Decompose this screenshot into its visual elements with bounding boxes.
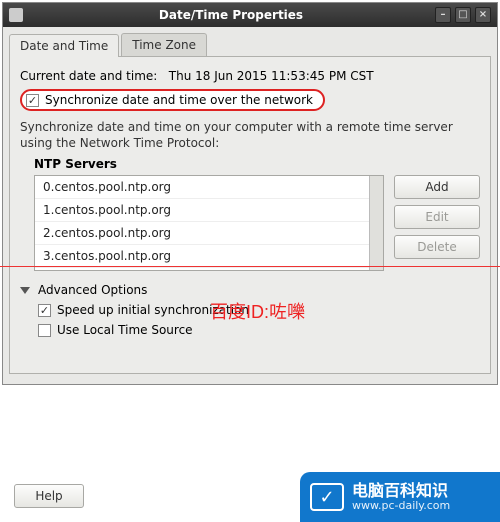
use-local-checkbox[interactable] xyxy=(38,324,51,337)
current-datetime-value: Thu 18 Jun 2015 11:53:45 PM CST xyxy=(169,69,374,83)
check-monitor-icon: ✓ xyxy=(310,483,344,511)
ntp-title: NTP Servers xyxy=(34,157,480,171)
ntp-server-list[interactable]: 0.centos.pool.ntp.org 1.centos.pool.ntp.… xyxy=(34,175,384,271)
help-button[interactable]: Help xyxy=(14,484,84,508)
sync-description: Synchronize date and time on your comput… xyxy=(20,119,480,151)
list-item[interactable]: 0.centos.pool.ntp.org xyxy=(35,176,383,199)
watermark-baidu-id: 百度ID:咗嚛 xyxy=(210,298,305,324)
edit-button: Edit xyxy=(394,205,480,229)
minimize-button[interactable]: – xyxy=(435,7,451,23)
maximize-button[interactable]: □ xyxy=(455,7,471,23)
footer-watermark: ✓ 电脑百科知识 www.pc-daily.com xyxy=(300,472,500,522)
ntp-button-column: Add Edit Delete xyxy=(394,175,480,259)
titlebar[interactable]: Date/Time Properties – □ × xyxy=(3,3,497,27)
current-datetime-label: Current date and time: xyxy=(20,69,157,83)
ntp-section: NTP Servers 0.centos.pool.ntp.org 1.cent… xyxy=(34,157,480,271)
app-icon xyxy=(9,8,23,22)
footer-site-name: 电脑百科知识 xyxy=(352,482,450,500)
use-local-label: Use Local Time Source xyxy=(57,323,193,337)
list-item[interactable]: 3.centos.pool.ntp.org xyxy=(35,245,383,268)
advanced-options-label: Advanced Options xyxy=(38,283,147,297)
sync-checkbox[interactable]: ✓ xyxy=(26,94,39,107)
dialog-window: Date/Time Properties – □ × Date and Time… xyxy=(2,2,498,385)
close-button[interactable]: × xyxy=(475,7,491,23)
add-button[interactable]: Add xyxy=(394,175,480,199)
chevron-down-icon xyxy=(20,287,30,294)
scrollbar[interactable] xyxy=(369,176,383,270)
use-local-time-row[interactable]: Use Local Time Source xyxy=(38,323,480,337)
window-title: Date/Time Properties xyxy=(27,8,435,22)
tab-bar: Date and Time Time Zone xyxy=(9,33,491,57)
speed-up-checkbox[interactable]: ✓ xyxy=(38,304,51,317)
annotation-red-line xyxy=(0,266,500,267)
current-datetime-row: Current date and time: Thu 18 Jun 2015 1… xyxy=(20,69,480,83)
tab-time-zone[interactable]: Time Zone xyxy=(121,33,207,56)
footer-site-url: www.pc-daily.com xyxy=(352,500,450,512)
sync-checkbox-label: Synchronize date and time over the netwo… xyxy=(45,93,313,107)
client-area: Date and Time Time Zone Current date and… xyxy=(3,27,497,384)
list-item[interactable]: 2.centos.pool.ntp.org xyxy=(35,222,383,245)
list-item[interactable]: 1.centos.pool.ntp.org xyxy=(35,199,383,222)
delete-button: Delete xyxy=(394,235,480,259)
tab-panel: Current date and time: Thu 18 Jun 2015 1… xyxy=(9,57,491,374)
advanced-options-expander[interactable]: Advanced Options xyxy=(20,283,480,297)
tab-date-and-time[interactable]: Date and Time xyxy=(9,34,119,57)
sync-over-network-row[interactable]: ✓ Synchronize date and time over the net… xyxy=(20,89,325,111)
